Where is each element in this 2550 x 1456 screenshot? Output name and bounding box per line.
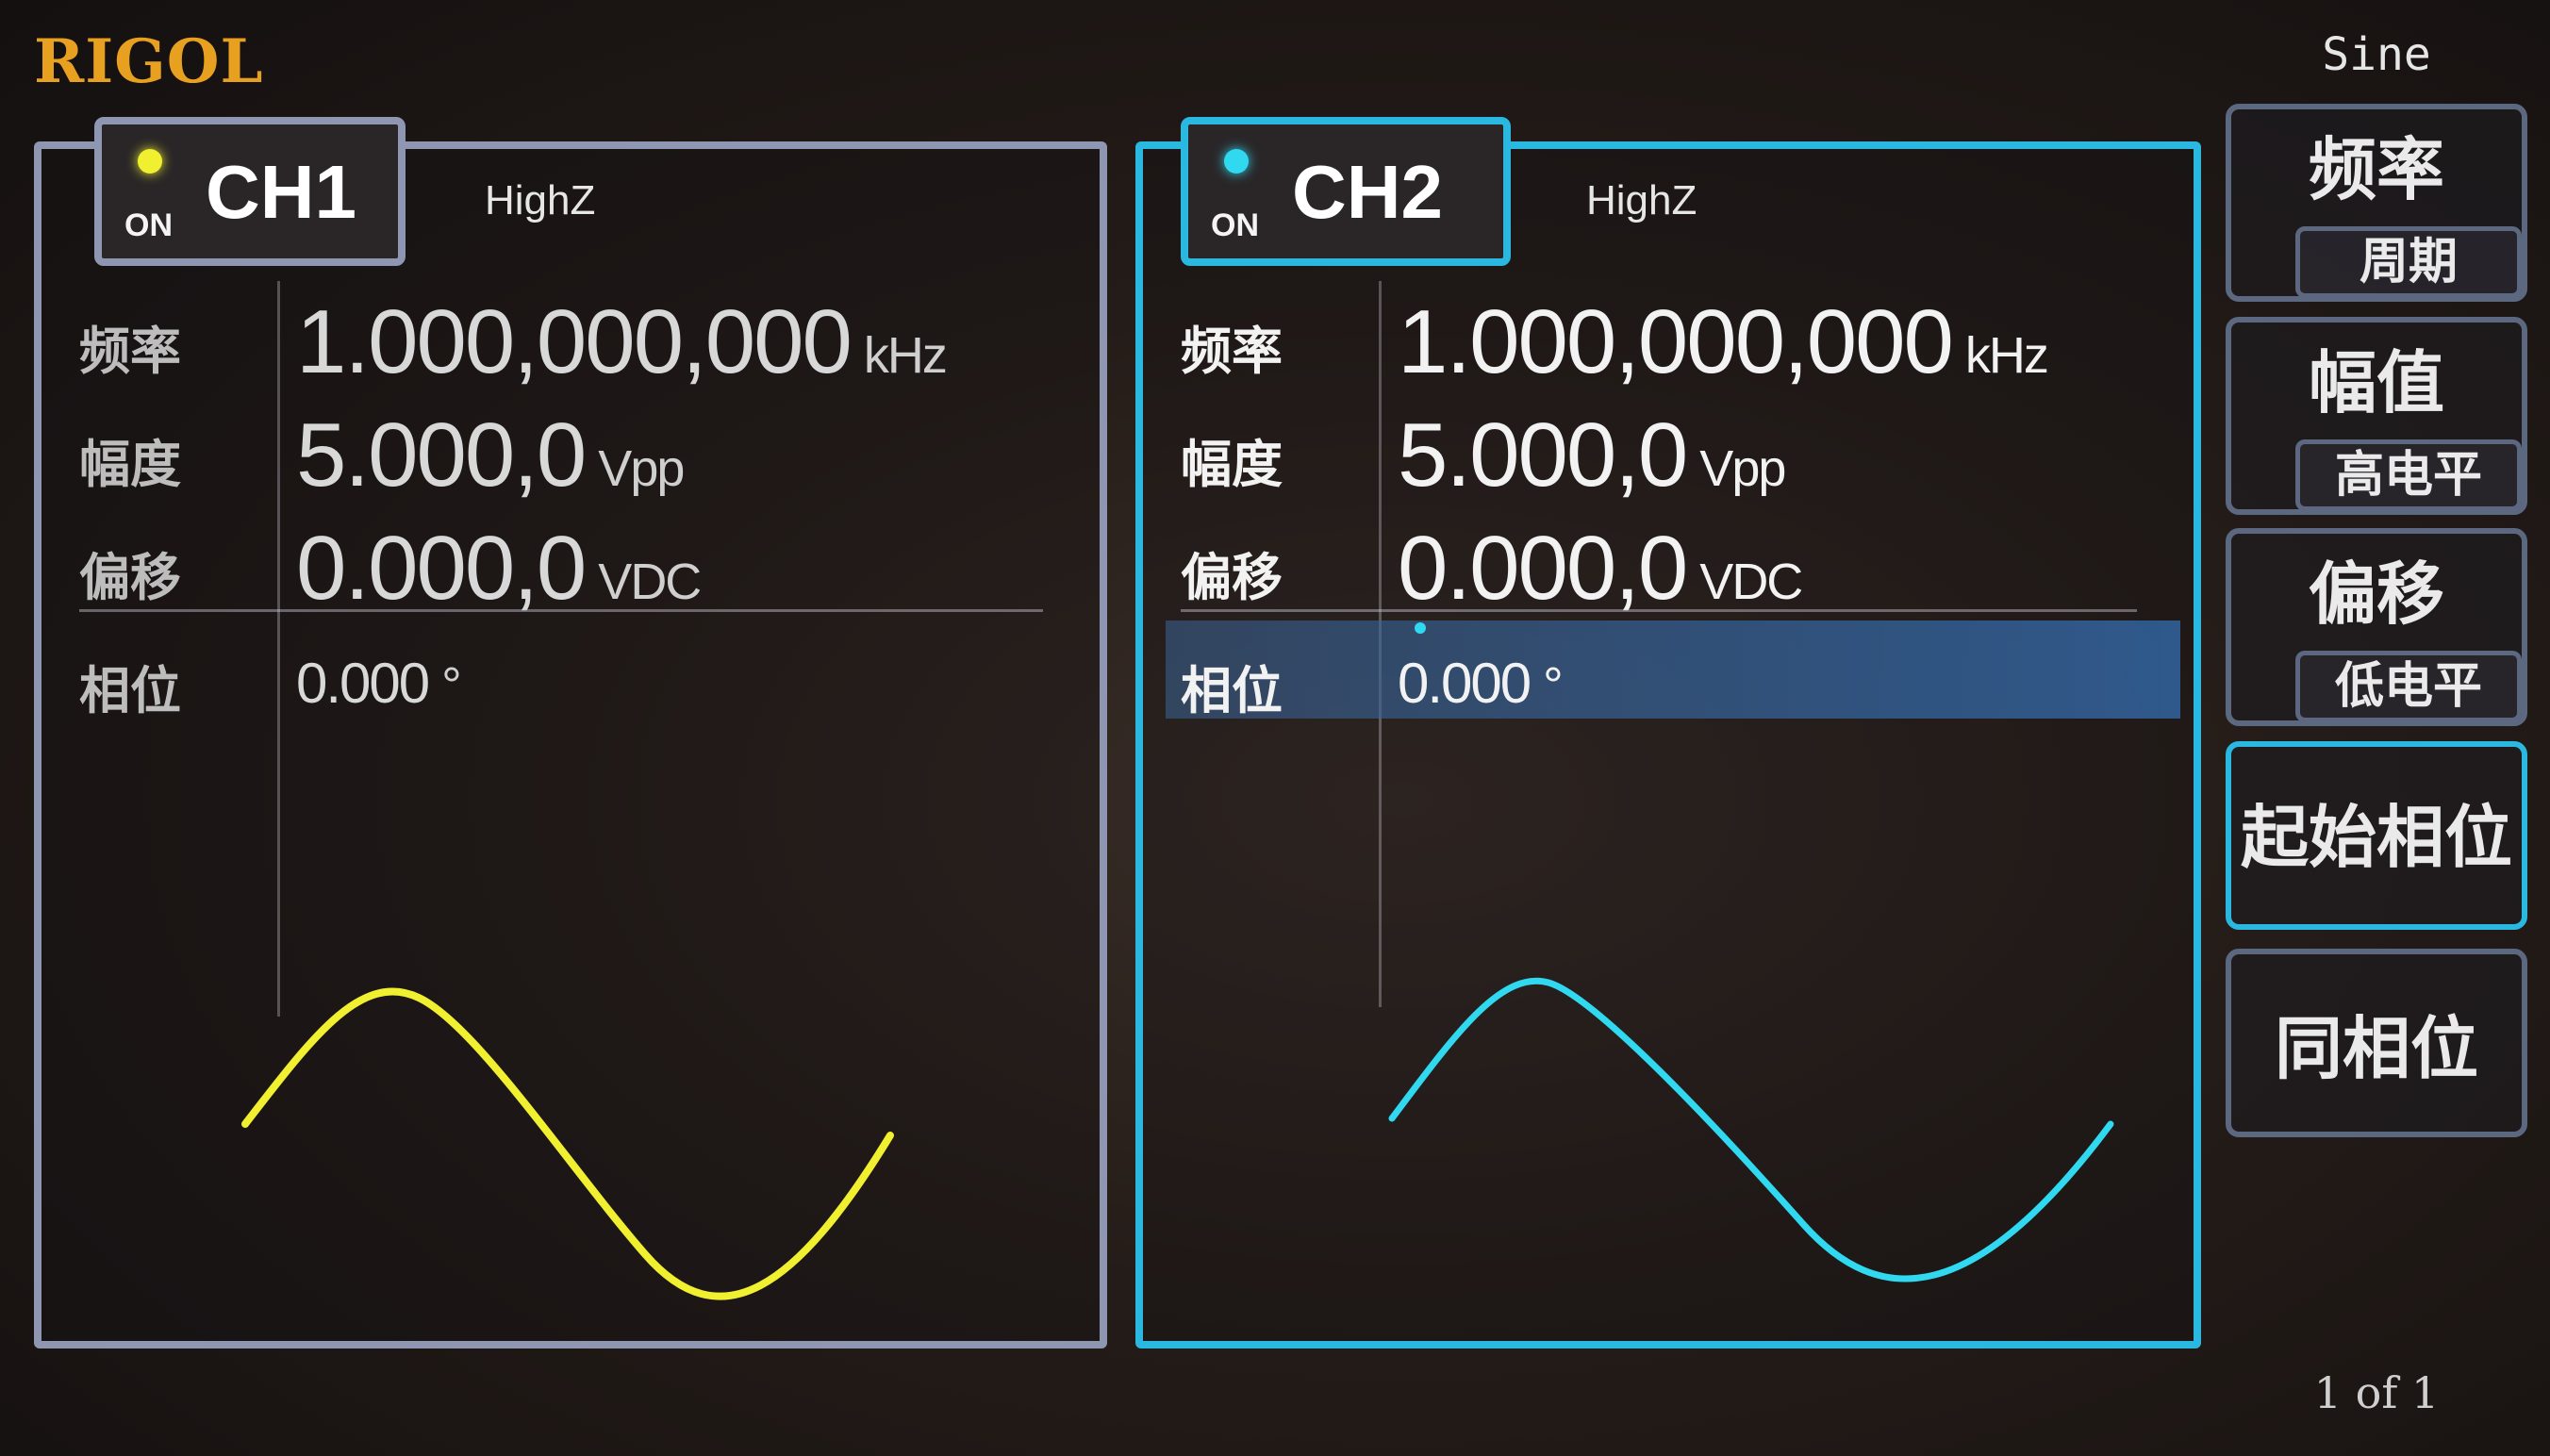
page-indicator: 1 of 1 bbox=[2313, 1367, 2440, 1418]
frequency-softkey-label: 频率 bbox=[2308, 130, 2444, 209]
start-phase-softkey[interactable]: 起始相位 bbox=[2226, 741, 2527, 930]
high-level-softkey-label[interactable]: 高电平 bbox=[2295, 439, 2522, 511]
offset-softkey[interactable]: 偏移 低电平 bbox=[2226, 528, 2527, 726]
ch2-panel[interactable]: ON CH2 HighZ 频率 1.000,000,000 kHz 幅度 5.00… bbox=[1135, 117, 2201, 1348]
low-level-softkey-label[interactable]: 低电平 bbox=[2295, 651, 2522, 722]
period-softkey-label[interactable]: 周期 bbox=[2295, 226, 2522, 298]
frequency-softkey[interactable]: 频率 周期 bbox=[2226, 104, 2527, 302]
ch2-sine-wave-icon bbox=[1388, 977, 2114, 1282]
ch1-panel[interactable]: ON CH1 HighZ 频率 1.000,000,000 kHz 幅度 5.00… bbox=[34, 117, 1107, 1348]
waveform-type-label: Sine bbox=[2322, 28, 2431, 81]
ch1-sine-wave-icon bbox=[241, 987, 894, 1300]
rigol-logo: RIGOL bbox=[34, 26, 264, 97]
amplitude-softkey-label: 幅值 bbox=[2308, 343, 2444, 422]
amplitude-softkey[interactable]: 幅值 高电平 bbox=[2226, 317, 2527, 515]
offset-softkey-label: 偏移 bbox=[2308, 554, 2444, 634]
align-phase-softkey[interactable]: 同相位 bbox=[2226, 949, 2527, 1137]
align-phase-softkey-label: 同相位 bbox=[2274, 1009, 2478, 1088]
start-phase-softkey-label: 起始相位 bbox=[2240, 798, 2512, 877]
